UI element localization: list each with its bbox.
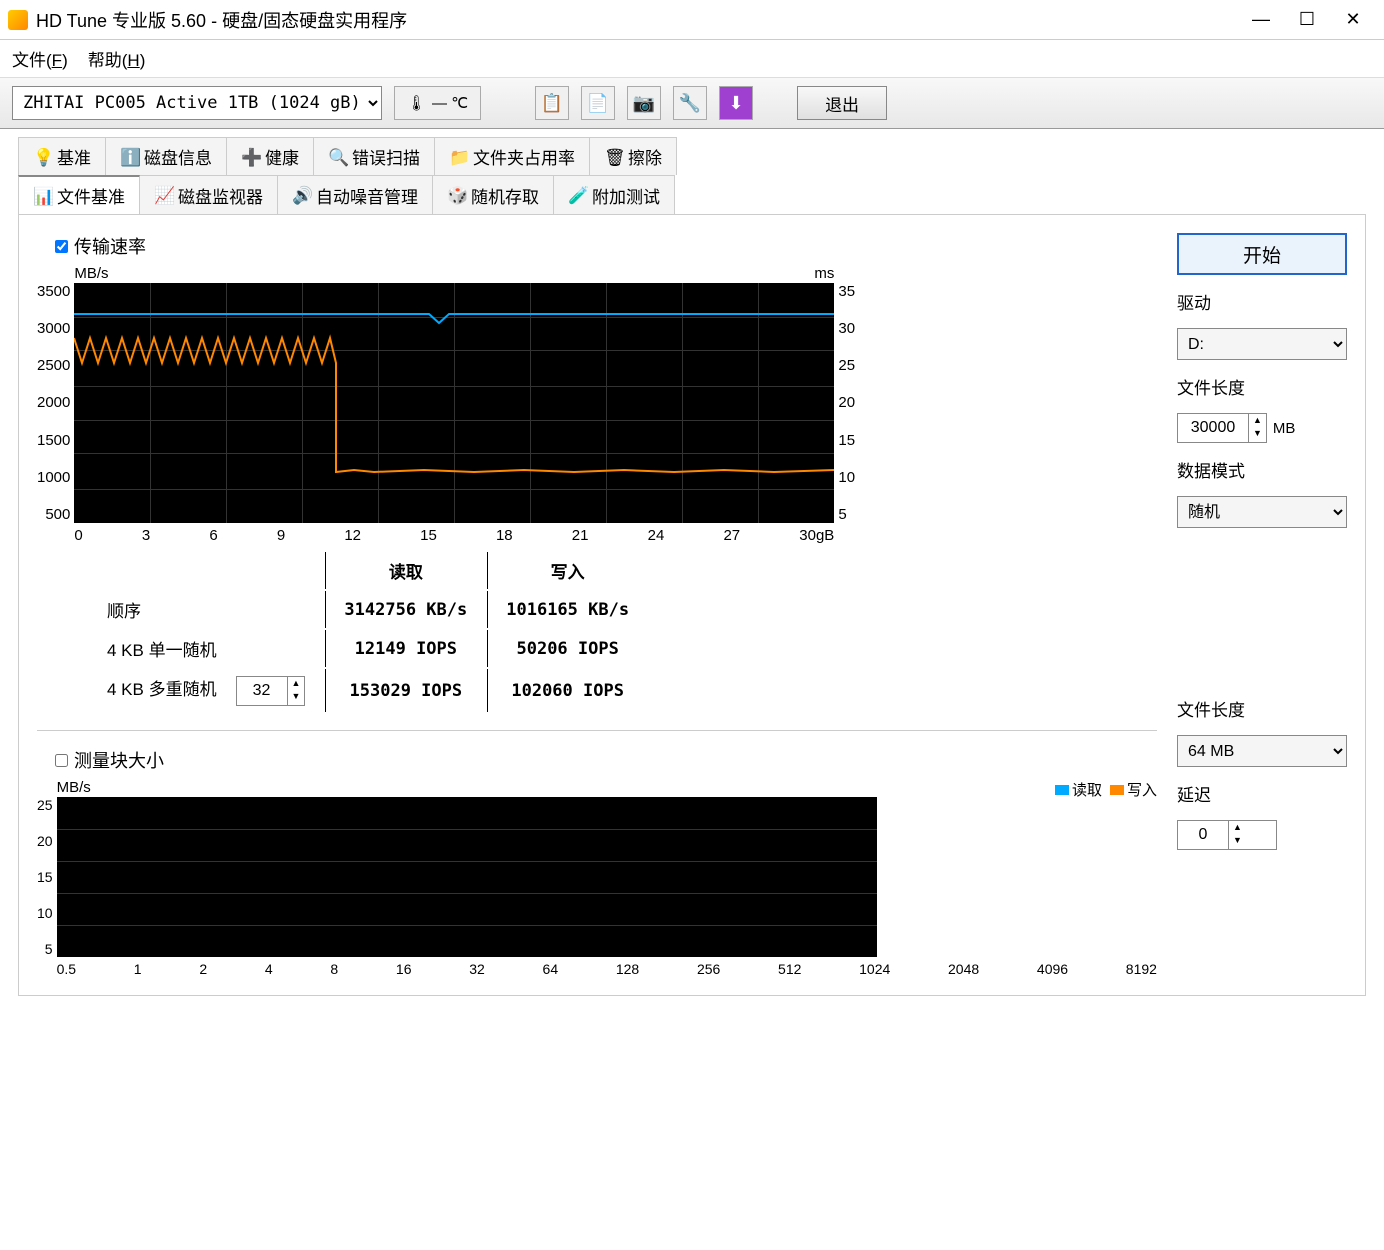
copy-info-button[interactable]: 📋 — [535, 86, 569, 120]
menu-file[interactable]: 文件(F) — [12, 46, 68, 71]
delay-spinner[interactable]: ▲▼ — [1177, 820, 1277, 850]
tab-aam[interactable]: 🔊自动噪音管理 — [277, 175, 433, 214]
x-axis: 036912151821242730gB — [74, 527, 834, 544]
tab-health[interactable]: ➕健康 — [226, 137, 314, 175]
x-axis2: 0.512481632641282565121024204840968192 — [57, 961, 1157, 977]
y-axis-left: 350030002500200015001000500 — [37, 283, 74, 523]
y-axis-right: 3530252015105 — [834, 283, 855, 523]
blocksize-chart: 252015105 MB/s 读取 写入 0.51248163264128256… — [37, 779, 1157, 977]
read-line — [74, 314, 834, 323]
transfer-rate-checkbox[interactable] — [55, 240, 68, 253]
col-write: 写入 — [487, 552, 647, 589]
close-button[interactable]: ✕ — [1330, 5, 1376, 35]
row-4kb-single: 4 KB 单一随机12149 IOPS50206 IOPS — [89, 630, 647, 667]
options-button[interactable]: 🔧 — [673, 86, 707, 120]
blocksize-chart-canvas — [57, 797, 877, 957]
spinner-down-icon[interactable]: ▼ — [288, 690, 305, 703]
legend-read-swatch — [1055, 785, 1069, 795]
toolbar: ZHITAI PC005 Active 1TB (1024 gB) 🌡 — ℃ … — [0, 77, 1384, 129]
menubar: 文件(F) 帮助(H) — [0, 40, 1384, 77]
app-icon — [8, 10, 28, 30]
transfer-chart-canvas — [74, 283, 834, 523]
speaker-icon: 🔊 — [292, 186, 310, 204]
legend: 读取 写入 — [1055, 779, 1157, 800]
col-read: 读取 — [325, 552, 485, 589]
block-size-checkbox[interactable] — [55, 754, 68, 767]
block-size-label: 测量块大小 — [74, 747, 164, 773]
menu-help[interactable]: 帮助(H) — [88, 46, 146, 71]
tab-file-benchmark[interactable]: 📊文件基准 — [18, 175, 140, 214]
copy-screenshot-button[interactable]: 📄 — [581, 86, 615, 120]
drive-label: 驱动 — [1177, 289, 1347, 314]
delay-label: 延迟 — [1177, 781, 1347, 806]
minimize-tray-button[interactable]: ⬇ — [719, 86, 753, 120]
tab-folder-usage[interactable]: 📁文件夹占用率 — [434, 137, 590, 175]
content-area: 传输速率 350030002500200015001000500 MB/s ms — [18, 214, 1366, 996]
health-icon: ➕ — [241, 148, 259, 166]
tab-random-access[interactable]: 🎲随机存取 — [432, 175, 554, 214]
pattern-label: 数据模式 — [1177, 457, 1347, 482]
pattern-select[interactable]: 随机 — [1177, 496, 1347, 528]
start-button[interactable]: 开始 — [1177, 233, 1347, 275]
extra-icon: 🧪 — [568, 186, 586, 204]
row-sequential: 顺序3142756 KB/s1016165 KB/s — [89, 591, 647, 628]
spinner-up-icon[interactable]: ▲ — [288, 677, 305, 690]
random-icon: 🎲 — [447, 186, 465, 204]
tab-disk-info[interactable]: ℹ️磁盘信息 — [105, 137, 227, 175]
row-4kb-multi: 4 KB 多重随机 ▲▼ 153029 IOPS102060 IOPS — [89, 669, 647, 712]
maximize-button[interactable]: ☐ — [1284, 5, 1330, 35]
monitor-icon: 📈 — [154, 186, 172, 204]
spinner-down-icon[interactable]: ▼ — [1229, 834, 1246, 847]
temperature-display: 🌡 — ℃ — [394, 86, 481, 120]
tab-disk-monitor[interactable]: 📈磁盘监视器 — [139, 175, 278, 214]
file-bench-icon: 📊 — [33, 187, 51, 205]
info-icon: ℹ️ — [120, 148, 138, 166]
side-panel: 开始 驱动 D: 文件长度 ▲▼ MB 数据模式 随机 文件长度 64 MB 延… — [1177, 233, 1347, 977]
folder-icon: 📁 — [449, 148, 467, 166]
filelen2-label: 文件长度 — [1177, 696, 1347, 721]
legend-write-swatch — [1110, 785, 1124, 795]
tabs-row2: 📊文件基准 📈磁盘监视器 🔊自动噪音管理 🎲随机存取 🧪附加测试 — [0, 175, 1384, 214]
drive-letter-select[interactable]: D: — [1177, 328, 1347, 360]
trash-icon: 🗑 — [604, 148, 622, 166]
results-table: 读取写入 顺序3142756 KB/s1016165 KB/s 4 KB 单一随… — [87, 550, 649, 714]
y-right-unit: ms — [814, 265, 834, 282]
tab-erase[interactable]: 🗑擦除 — [589, 137, 677, 175]
bulb-icon: 💡 — [33, 148, 51, 166]
window-title: HD Tune 专业版 5.60 - 硬盘/固态硬盘实用程序 — [36, 7, 1238, 33]
tab-error-scan[interactable]: 🔍错误扫描 — [313, 137, 435, 175]
filelen-label: 文件长度 — [1177, 374, 1347, 399]
spinner-up-icon[interactable]: ▲ — [1229, 821, 1246, 834]
spinner-down-icon[interactable]: ▼ — [1249, 427, 1266, 440]
y-axis2: 252015105 — [37, 797, 57, 957]
exit-button[interactable]: 退出 — [797, 86, 887, 120]
thermometer-icon: 🌡 — [407, 94, 426, 112]
multi-thread-spinner[interactable]: ▲▼ — [236, 676, 306, 706]
filelen2-select[interactable]: 64 MB — [1177, 735, 1347, 767]
save-screenshot-button[interactable]: 📷 — [627, 86, 661, 120]
search-icon: 🔍 — [328, 148, 346, 166]
tabs-row1: 💡基准 ℹ️磁盘信息 ➕健康 🔍错误扫描 📁文件夹占用率 🗑擦除 — [0, 129, 1384, 175]
y-left-unit: MB/s — [74, 265, 108, 282]
minimize-button[interactable]: — — [1238, 5, 1284, 35]
spinner-up-icon[interactable]: ▲ — [1249, 414, 1266, 427]
tab-benchmark[interactable]: 💡基准 — [18, 137, 106, 175]
write-line — [74, 338, 834, 472]
tab-extra-tests[interactable]: 🧪附加测试 — [553, 175, 675, 214]
y2-unit: MB/s — [57, 779, 91, 796]
drive-select[interactable]: ZHITAI PC005 Active 1TB (1024 gB) — [12, 86, 382, 120]
filelen-spinner[interactable]: ▲▼ — [1177, 413, 1267, 443]
transfer-chart: 350030002500200015001000500 MB/s ms 0369… — [37, 265, 1157, 544]
titlebar: HD Tune 专业版 5.60 - 硬盘/固态硬盘实用程序 — ☐ ✕ — [0, 0, 1384, 40]
transfer-rate-label: 传输速率 — [74, 233, 146, 259]
